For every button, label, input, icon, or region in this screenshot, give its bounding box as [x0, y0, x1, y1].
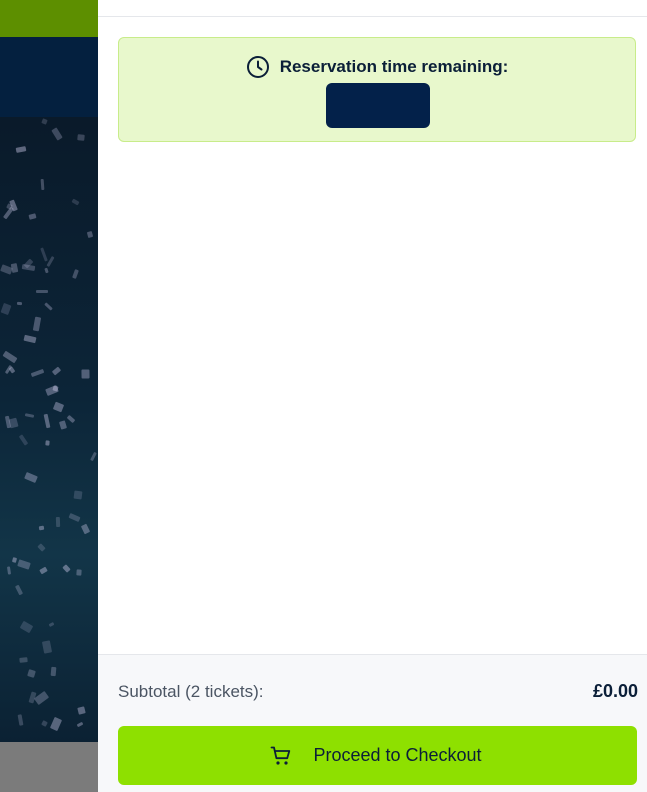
banknote-decoration — [44, 267, 49, 274]
banknote-decoration — [62, 564, 71, 573]
banknote-decoration — [44, 302, 53, 311]
banknote-decoration — [41, 118, 48, 125]
banknote-decoration — [46, 255, 55, 268]
banknote-decoration — [50, 666, 57, 677]
banknote-decoration — [19, 620, 34, 634]
banknote-decoration — [8, 366, 16, 374]
banknote-decoration — [58, 420, 68, 430]
banknote-decoration — [28, 213, 37, 220]
banknote-decoration — [32, 316, 42, 332]
banknote-decoration — [23, 334, 37, 344]
banknote-decoration — [49, 716, 63, 732]
banknote-decoration — [45, 385, 59, 396]
banknote-decoration — [90, 451, 97, 462]
banknote-decoration — [2, 350, 18, 364]
clock-icon — [246, 55, 270, 79]
subtotal-label: Subtotal (2 tickets): — [118, 682, 264, 701]
background-overlay-bottom — [0, 742, 98, 792]
banknote-decoration — [76, 569, 82, 576]
banknote-decoration — [40, 247, 48, 262]
proceed-to-checkout-button[interactable]: Proceed to Checkout — [118, 726, 637, 785]
banknote-decoration — [40, 178, 45, 191]
reservation-label: Reservation time remaining: — [279, 57, 509, 76]
cart-icon — [269, 744, 293, 768]
drawer-footer: Subtotal (2 tickets): £0.00 Proceed to C… — [98, 654, 647, 792]
banknote-decoration — [39, 566, 48, 575]
background-hero-image — [0, 117, 98, 742]
banknote-decoration — [41, 720, 48, 727]
background-navbar — [0, 37, 98, 117]
cart-drawer: Reservation time remaining: Subtotal (2 … — [98, 0, 647, 792]
subtotal-value: £0.00 — [592, 681, 638, 701]
banknote-decoration — [6, 566, 12, 575]
banknote-decoration — [11, 557, 18, 563]
banknote-decoration — [19, 657, 28, 663]
banknote-decoration — [4, 415, 12, 429]
banknote-decoration — [48, 621, 55, 628]
banknote-decoration — [76, 721, 84, 728]
banknote-decoration — [27, 669, 36, 678]
banknote-decoration — [51, 366, 62, 376]
background-page — [0, 0, 98, 792]
drawer-header — [98, 0, 647, 17]
banknote-decoration — [30, 368, 45, 378]
page: Reservation time remaining: Subtotal (2 … — [0, 0, 647, 792]
banknote-decoration — [41, 640, 53, 654]
banknote-decoration — [55, 516, 61, 528]
banknote-decoration — [16, 301, 23, 306]
banknote-decoration — [14, 584, 24, 596]
banknote-decoration — [45, 440, 50, 446]
banknote-decoration — [36, 290, 48, 293]
checkout-label: Proceed to Checkout — [313, 745, 482, 765]
banknote-decoration — [86, 230, 94, 239]
banknote-decoration — [71, 198, 80, 206]
banknote-decoration — [51, 127, 63, 141]
reservation-heading: Reservation time remaining: — [119, 55, 635, 79]
banknote-decoration — [24, 471, 38, 484]
banknote-decoration — [72, 269, 79, 279]
banknote-decoration — [77, 706, 86, 715]
banknote-decoration — [77, 134, 85, 141]
banknote-decoration — [38, 525, 45, 531]
banknote-decoration — [21, 264, 36, 271]
banknote-decoration — [37, 543, 46, 552]
banknote-decoration — [81, 369, 90, 379]
reservation-timer-panel: Reservation time remaining: — [118, 37, 636, 142]
background-top-bar — [0, 0, 98, 37]
banknote-decoration — [80, 523, 91, 535]
banknote-decoration — [17, 714, 24, 726]
banknote-decoration — [24, 413, 35, 418]
banknote-decoration — [52, 401, 65, 413]
reservation-countdown — [326, 83, 430, 128]
banknote-decoration — [43, 413, 51, 429]
banknote-decoration — [0, 302, 12, 316]
banknote-decoration — [68, 512, 81, 523]
banknote-decoration — [17, 559, 31, 570]
banknote-decoration — [15, 146, 27, 153]
banknote-decoration — [73, 490, 83, 500]
banknote-decoration — [18, 434, 29, 446]
banknote-decoration — [66, 414, 76, 424]
